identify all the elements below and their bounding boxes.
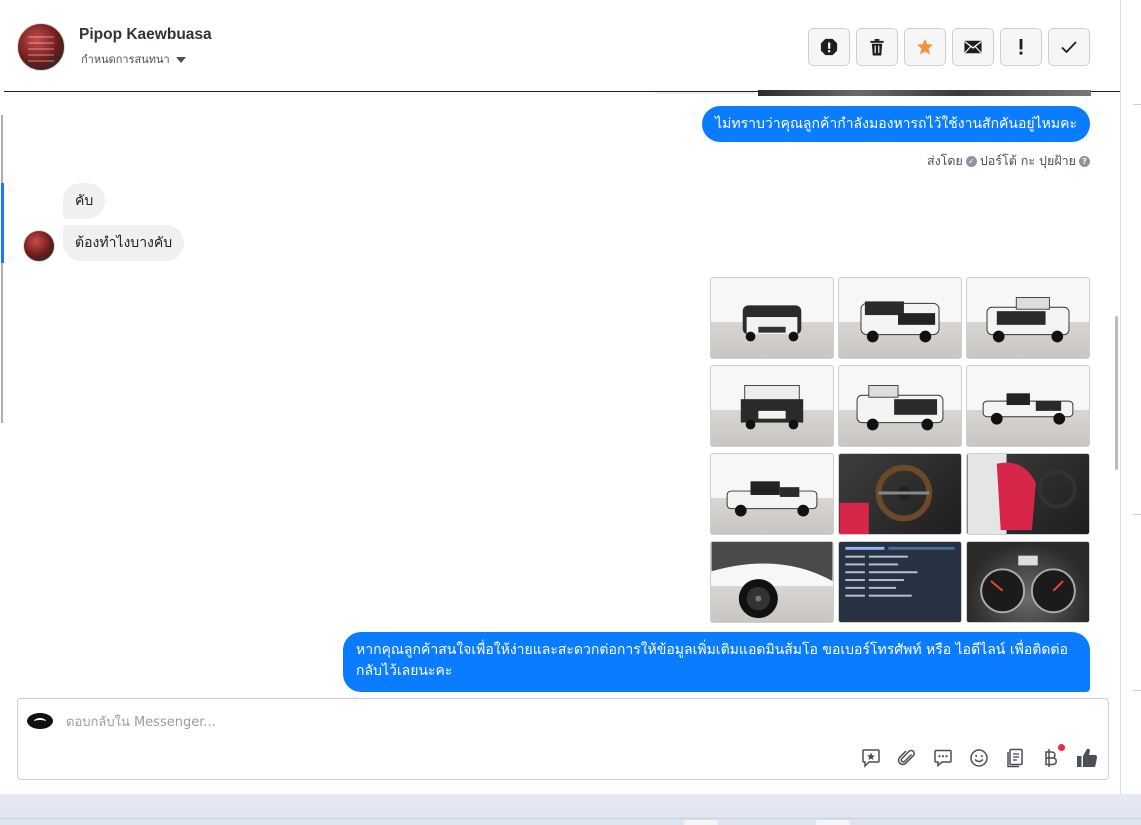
sent-by-label: ส่งโดย ✓ ปอร์โต้ กะ ปุยฝ้าย ?	[927, 151, 1090, 171]
steering-wheel-photo	[839, 464, 933, 534]
saved-reply-button[interactable]	[932, 747, 954, 769]
dashboard-gauge-photo	[980, 555, 1076, 614]
like-icon	[1077, 748, 1098, 768]
trash-icon	[870, 38, 884, 56]
alert-octagon-icon	[820, 38, 838, 56]
image-gallery	[710, 277, 1091, 623]
reply-input[interactable]	[66, 709, 846, 735]
car-photo-side-open	[982, 393, 1074, 425]
header-actions	[808, 28, 1090, 66]
notes-icon	[1007, 748, 1023, 768]
notification-badge	[1058, 744, 1065, 751]
notes-button[interactable]	[1004, 747, 1026, 769]
conversation-panel: Pipop Kaewbuasa กำหนดการสนทนา ไม่ทราบว่า…	[0, 0, 1121, 794]
gallery-photo[interactable]	[966, 453, 1090, 535]
attach-button[interactable]	[896, 747, 918, 769]
outgoing-message[interactable]: หากคุณลูกค้าสนใจเพื่อให้ง่ายและสะดวกต่อก…	[343, 632, 1090, 692]
gallery-photo[interactable]	[710, 365, 834, 447]
background-taskbar	[0, 794, 1141, 825]
message-text: หากคุณลูกค้าสนใจเพื่อให้ง่ายและสะดวกต่อก…	[356, 642, 1068, 679]
previous-image-strip	[655, 90, 1095, 96]
sender-status-icon: ✓	[965, 155, 977, 167]
gallery-photo[interactable]	[838, 365, 962, 447]
message-text: ไม่ทราบว่าคุณลูกค้ากำลังมองหารถไว้ใช้งาน…	[715, 115, 1077, 132]
racing-seat-photo	[967, 454, 1077, 534]
document-screenshot	[845, 546, 955, 597]
check-icon	[1061, 41, 1077, 53]
outgoing-message[interactable]: ไม่ทราบว่าคุณลูกค้ากำลังมองหารถไว้ใช้งาน…	[702, 106, 1090, 142]
incoming-message[interactable]: คับ	[63, 183, 106, 219]
wheel-photo	[711, 542, 833, 619]
active-thread-indicator	[1, 183, 4, 263]
sender-name: ปอร์โต้ กะ ปุยฝ้าย	[979, 153, 1076, 168]
payment-button[interactable]	[1040, 744, 1065, 769]
page-logo-icon	[27, 713, 53, 729]
caret-down-icon	[175, 56, 186, 63]
gallery-photo[interactable]	[838, 541, 962, 623]
car-photo-front-side	[860, 301, 940, 343]
gallery-photo[interactable]	[710, 453, 834, 535]
gallery-photo[interactable]	[710, 277, 834, 359]
help-icon[interactable]: ?	[1079, 155, 1090, 167]
mark-unread-button[interactable]	[952, 28, 994, 66]
car-photo-front	[742, 305, 802, 342]
car-photo-rear	[986, 297, 1070, 343]
previous-image[interactable]	[758, 90, 1091, 96]
mark-done-button[interactable]	[1048, 28, 1090, 66]
delete-button[interactable]	[856, 28, 898, 66]
star-icon	[916, 38, 934, 55]
message-text: ต้องทำไงบางคับ	[75, 235, 173, 251]
contact-avatar[interactable]	[17, 23, 65, 71]
assign-conversation-label: กำหนดการสนทนา	[81, 53, 170, 66]
emoji-icon	[970, 749, 988, 767]
reply-composer	[17, 698, 1109, 780]
sticker-icon	[862, 749, 880, 768]
star-button[interactable]	[904, 28, 946, 66]
messages-scrollbar[interactable]	[1115, 316, 1118, 470]
sticker-button[interactable]	[860, 747, 882, 769]
exclamation-icon	[1019, 39, 1023, 55]
emoji-button[interactable]	[968, 747, 990, 769]
gallery-photo[interactable]	[838, 277, 962, 359]
paperclip-icon	[897, 749, 915, 766]
like-button[interactable]	[1076, 747, 1098, 769]
gallery-photo[interactable]	[966, 541, 1090, 623]
gallery-photo[interactable]	[966, 277, 1090, 359]
contact-name[interactable]: Pipop Kaewbuasa	[79, 26, 212, 44]
saved-reply-icon	[934, 749, 952, 768]
gallery-photo[interactable]	[838, 453, 962, 535]
gallery-photo[interactable]	[710, 541, 834, 623]
sidebar-divider	[1, 115, 3, 423]
mark-spam-button[interactable]	[808, 28, 850, 66]
car-photo-back	[740, 385, 804, 430]
gallery-photo[interactable]	[966, 365, 1090, 447]
incoming-message[interactable]: ต้องทำไงบางคับ	[63, 225, 185, 261]
right-edge	[1121, 0, 1141, 794]
conversation-header: Pipop Kaewbuasa กำหนดการสนทนา	[4, 3, 1120, 92]
sender-avatar[interactable]	[23, 230, 55, 262]
message-text: คับ	[75, 193, 94, 209]
assign-conversation-dropdown[interactable]: กำหนดการสนทนา	[81, 50, 186, 68]
baht-payment-icon	[1045, 749, 1057, 767]
envelope-icon	[964, 40, 982, 54]
follow-up-button[interactable]	[1000, 28, 1042, 66]
car-photo-rear-side	[856, 385, 944, 431]
car-photo-side	[726, 481, 818, 517]
composer-tools	[860, 744, 1098, 769]
